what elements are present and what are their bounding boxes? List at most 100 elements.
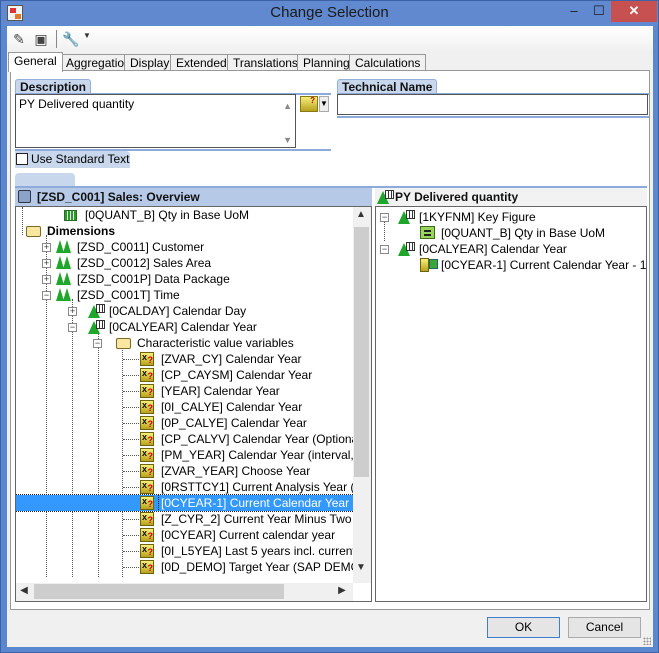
tree-item[interactable]: [0P_CALYE] Calendar Year (16, 413, 371, 432)
folder-icon (116, 338, 131, 349)
variable-icon (140, 381, 154, 400)
left-tree-scroll-thumb[interactable] (354, 227, 369, 477)
tree-item[interactable]: − Characteristic value variables (16, 335, 371, 351)
scroll-up-icon[interactable]: ▲ (353, 209, 369, 220)
infoprovider-title: [ZSD_C001] Sales: Overview (37, 190, 200, 204)
tree-item[interactable]: [ZVAR_YEAR] Choose Year (16, 461, 371, 480)
variable-icon (140, 541, 154, 560)
tree-item-label: [0CALYEAR] Calendar Year (109, 320, 257, 334)
variable-icon (140, 365, 154, 384)
expand-icon[interactable]: + (42, 275, 51, 284)
technical-name-header: Technical Name (337, 79, 438, 94)
scroll-down-icon[interactable]: ▼ (353, 562, 369, 573)
tab-planning[interactable]: Planning (297, 54, 356, 71)
tree-item[interactable]: [PM_YEAR] Calendar Year (interval, opt) (16, 445, 371, 464)
tree-item[interactable]: [0D_DEMO] Target Year (SAP DEMO) (16, 557, 371, 576)
text-variable-button[interactable]: ? (300, 96, 318, 112)
technical-name-input[interactable] (337, 94, 648, 115)
dimension-icon (56, 288, 72, 302)
cancel-button[interactable]: Cancel (568, 617, 641, 638)
tree-item-label: [Z_CYR_2] Current Year Minus Two (161, 512, 352, 526)
left-tree-horizontal-scrollbar[interactable]: ◀ ▶ (16, 583, 353, 601)
tree-item[interactable]: −Dimensions (16, 223, 371, 239)
expand-icon[interactable]: + (68, 307, 77, 316)
text-variable-dropdown[interactable]: ▼ (319, 96, 329, 112)
tools-dropdown-caret-icon[interactable]: ▼ (83, 31, 91, 40)
resize-grip[interactable] (643, 637, 651, 645)
tree-item[interactable]: − [0CALYEAR] Calendar Year (16, 319, 371, 335)
tree-item[interactable]: [CP_CAYSM] Calendar Year (16, 365, 371, 384)
tree-item-label: [ZSD_C001T] Time (77, 288, 180, 302)
save-icon[interactable]: ▣ (32, 31, 50, 48)
title-bar[interactable]: Change Selection – ☐ ✕ (1, 1, 658, 26)
tree-item[interactable]: − [1KYFNM] Key Figure (376, 209, 646, 225)
tree-item-label: [0I_L5YEA] Last 5 years incl. current ye… (161, 544, 372, 558)
variable-icon (140, 493, 154, 512)
collapse-icon[interactable]: − (380, 213, 389, 222)
tree-item[interactable]: − [0CALYEAR] Calendar Year (376, 241, 646, 257)
description-textarea[interactable]: PY Delivered quantity ▲ ▼ (15, 94, 296, 148)
scroll-up-icon[interactable]: ▲ (283, 101, 292, 111)
tree-item[interactable]: + [ZSD_C0011] Customer (16, 239, 371, 255)
tree-item[interactable]: [0QUANT_B] Qty in Base UoM (376, 225, 646, 241)
maximize-button[interactable]: ☐ (584, 1, 614, 22)
tree-item[interactable]: [ZVAR_CY] Calendar Year (16, 349, 371, 368)
infoprovider-tree[interactable]: [0QUANT_B] Qty in Base UoM−Dimensions+[Z… (15, 206, 372, 602)
dimension-icon (56, 240, 72, 254)
tree-item-label: [ZVAR_YEAR] Choose Year (161, 464, 311, 478)
tab-general[interactable]: General (8, 52, 63, 72)
tree-item[interactable]: [YEAR] Calendar Year (16, 381, 371, 400)
tree-item[interactable]: [Z_CYR_2] Current Year Minus Two (16, 509, 371, 528)
characteristic-icon (88, 304, 105, 318)
tree-item-label: [ZSD_C001P] Data Package (77, 272, 230, 286)
tree-item[interactable]: [0CYEAR] Current calendar year (16, 525, 371, 544)
use-standard-text-label: Use Standard Text (31, 152, 130, 166)
tools-wrench-icon[interactable]: 🔧 (62, 31, 80, 48)
selection-tree[interactable]: − [1KYFNM] Key Figure [0QUANT_B] Qty in Ba… (375, 206, 647, 602)
tab-extended[interactable]: Extended (170, 54, 233, 71)
tab-translations[interactable]: Translations (227, 54, 304, 71)
tree-item-label: Characteristic value variables (137, 336, 294, 350)
ok-button[interactable]: OK (487, 617, 560, 638)
scroll-left-icon[interactable]: ◀ (16, 585, 32, 596)
collapse-icon[interactable]: − (380, 245, 389, 254)
tab-calculations[interactable]: Calculations (349, 54, 427, 71)
variable-icon (140, 397, 154, 416)
characteristic-icon (398, 210, 415, 224)
dimension-icon (56, 272, 72, 286)
infocube-icon (18, 190, 31, 203)
close-button[interactable]: ✕ (611, 1, 657, 22)
tree-item-label: [0CALDAY] Calendar Day (109, 304, 247, 318)
tree-item[interactable]: [0CYEAR-1] Current Calendar Year - 1 (16, 493, 370, 512)
use-standard-text-checkbox[interactable] (16, 153, 28, 165)
scroll-right-icon[interactable]: ▶ (334, 585, 350, 596)
collapse-icon[interactable]: − (68, 323, 77, 332)
collapse-icon[interactable]: − (93, 339, 102, 348)
edit-pencil-icon[interactable]: ✎ (10, 31, 28, 48)
tree-item-label: [0RSTTCY1] Current Analysis Year (RST (161, 480, 372, 494)
tree-item[interactable]: [0CYEAR-1] Current Calendar Year - 1 (376, 257, 646, 273)
tree-item[interactable]: [CP_CALYV] Calendar Year (Optional) (16, 429, 371, 448)
tree-item[interactable]: + [ZSD_C001P] Data Package (16, 271, 371, 287)
tree-item-label: [CP_CALYV] Calendar Year (Optional) (161, 432, 365, 446)
tab-display[interactable]: Display (124, 54, 176, 71)
tree-item-label: [CP_CAYSM] Calendar Year (161, 368, 313, 382)
expand-icon[interactable]: + (42, 243, 51, 252)
scroll-down-icon[interactable]: ▼ (283, 135, 292, 145)
toolbar: ✎ ▣ 🔧 ▼ (7, 26, 653, 52)
tree-item[interactable]: [0I_CALYE] Calendar Year (16, 397, 371, 416)
tree-item[interactable]: [0QUANT_B] Qty in Base UoM (16, 207, 371, 223)
tree-item[interactable]: + [0CALDAY] Calendar Day (16, 303, 371, 319)
left-tree-vertical-scrollbar[interactable]: ▲ ▼ (353, 207, 371, 583)
characteristic-icon (377, 190, 394, 204)
left-tree-hscroll-thumb[interactable] (34, 584, 284, 599)
tree-item[interactable]: − [ZSD_C001T] Time (16, 287, 371, 303)
use-standard-text-row: Use Standard Text (15, 151, 130, 168)
selection-header: PY Delivered quantity (375, 188, 647, 206)
expand-icon[interactable]: + (42, 259, 51, 268)
tree-item[interactable]: + [ZSD_C0012] Sales Area (16, 255, 371, 271)
collapse-icon[interactable]: − (42, 291, 51, 300)
tree-item[interactable]: [0RSTTCY1] Current Analysis Year (RST (16, 477, 372, 496)
tree-item[interactable]: [0I_L5YEA] Last 5 years incl. current ye… (16, 541, 372, 560)
variable-icon (140, 349, 154, 368)
